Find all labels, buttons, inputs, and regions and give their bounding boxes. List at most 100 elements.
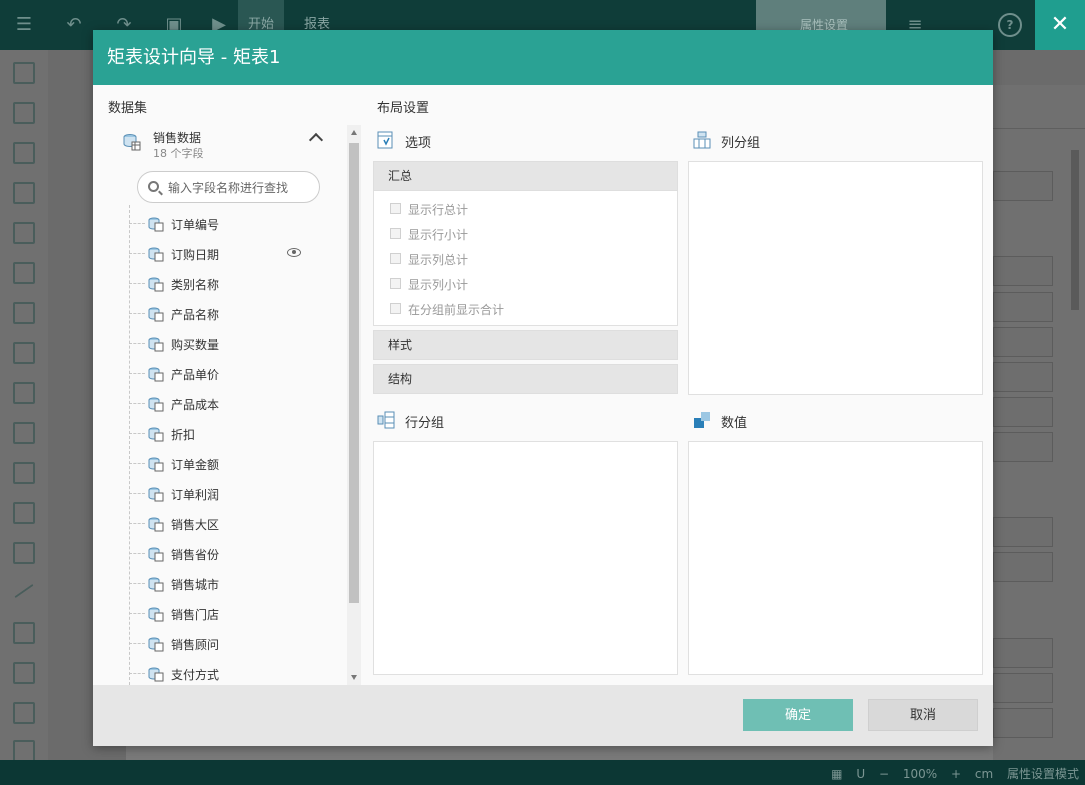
field-icon bbox=[148, 367, 164, 382]
field-label: 销售城市 bbox=[171, 578, 220, 592]
property-field[interactable] bbox=[993, 638, 1053, 668]
property-field[interactable] bbox=[993, 552, 1053, 582]
close-icon[interactable]: ✕ bbox=[1035, 0, 1085, 50]
image-icon[interactable] bbox=[13, 462, 35, 484]
barcode-icon[interactable] bbox=[13, 382, 35, 404]
dataset-section-label: 数据集 bbox=[108, 101, 148, 116]
values-icon bbox=[694, 412, 710, 428]
field-item[interactable]: 销售门店 bbox=[129, 599, 339, 629]
bullet-icon[interactable] bbox=[13, 342, 35, 364]
layout-section-label: 布局设置 bbox=[377, 101, 430, 116]
property-field[interactable] bbox=[993, 432, 1053, 462]
field-icon bbox=[148, 217, 164, 232]
scroll-up-icon[interactable] bbox=[351, 130, 357, 135]
values-header: 数值 bbox=[693, 410, 893, 431]
textbox-icon[interactable] bbox=[13, 262, 35, 284]
zoom-in-button[interactable]: + bbox=[951, 767, 961, 781]
dataset-node[interactable]: 销售数据 18 个字段 bbox=[121, 129, 331, 163]
field-item[interactable]: 类别名称 bbox=[129, 269, 339, 299]
field-icon bbox=[148, 277, 164, 292]
property-field[interactable] bbox=[993, 327, 1053, 357]
table-wizard-icon[interactable] bbox=[13, 102, 35, 124]
field-item[interactable]: 产品单价 bbox=[129, 359, 339, 389]
field-item[interactable]: 产品名称 bbox=[129, 299, 339, 329]
property-field[interactable] bbox=[993, 292, 1053, 322]
field-item[interactable]: 购买数量 bbox=[129, 329, 339, 359]
subreport-icon[interactable] bbox=[13, 502, 35, 524]
eye-icon[interactable] bbox=[287, 248, 301, 257]
undo-icon[interactable]: ↶ bbox=[62, 13, 86, 37]
property-scrollbar[interactable] bbox=[1071, 150, 1079, 310]
field-icon bbox=[148, 667, 164, 682]
field-item[interactable]: 销售省份 bbox=[129, 539, 339, 569]
checkbox-label: 显示列小计 bbox=[408, 278, 469, 292]
field-item[interactable]: 销售大区 bbox=[129, 509, 339, 539]
field-item[interactable]: 订购日期 bbox=[129, 239, 339, 269]
checkbox[interactable] bbox=[390, 253, 401, 264]
ok-button[interactable]: 确定 bbox=[743, 699, 853, 731]
field-item[interactable]: 订单金额 bbox=[129, 449, 339, 479]
field-icon bbox=[148, 637, 164, 652]
checkbox-tool-icon[interactable] bbox=[13, 662, 35, 684]
field-item[interactable]: 订单利润 bbox=[129, 479, 339, 509]
checkbox[interactable] bbox=[390, 278, 401, 289]
field-label: 支付方式 bbox=[171, 668, 220, 682]
matrix-icon[interactable] bbox=[13, 182, 35, 204]
field-list-scrollbar[interactable] bbox=[347, 125, 361, 685]
field-icon bbox=[148, 577, 164, 592]
property-field[interactable] bbox=[993, 708, 1053, 738]
field-icon bbox=[148, 247, 164, 262]
shape-icon[interactable] bbox=[13, 622, 35, 644]
field-label: 订购日期 bbox=[171, 248, 220, 262]
scroll-down-icon[interactable] bbox=[351, 675, 357, 680]
zoom-out-button[interactable]: − bbox=[879, 767, 889, 781]
structure-group-header[interactable]: 结构 bbox=[373, 364, 678, 394]
style-group-header[interactable]: 样式 bbox=[373, 330, 678, 360]
unit-label[interactable]: cm bbox=[975, 767, 993, 781]
richtext-icon[interactable] bbox=[13, 422, 35, 444]
field-item[interactable]: 销售城市 bbox=[129, 569, 339, 599]
help-icon[interactable]: ? bbox=[998, 13, 1022, 37]
values-dropzone[interactable] bbox=[688, 441, 983, 675]
summary-group-header[interactable]: 汇总 bbox=[373, 161, 678, 191]
field-label: 类别名称 bbox=[171, 278, 220, 292]
row-group-header: 行分组 bbox=[377, 410, 577, 431]
checkbox[interactable] bbox=[390, 303, 401, 314]
dataset-name: 销售数据 bbox=[153, 131, 202, 145]
chevron-up-icon[interactable] bbox=[308, 132, 324, 148]
tree-icon[interactable] bbox=[13, 62, 35, 84]
field-item[interactable]: 销售顾问 bbox=[129, 629, 339, 659]
property-field[interactable] bbox=[993, 256, 1053, 286]
sparkline-icon[interactable] bbox=[13, 302, 35, 324]
property-field[interactable] bbox=[993, 517, 1053, 547]
property-mode-label[interactable]: 属性设置模式 bbox=[1007, 767, 1079, 781]
property-field[interactable] bbox=[993, 673, 1053, 703]
field-search-input[interactable] bbox=[168, 178, 308, 198]
table-icon[interactable] bbox=[13, 142, 35, 164]
dataset-field-count: 18 个字段 bbox=[153, 147, 204, 160]
line-icon[interactable] bbox=[14, 583, 34, 599]
row-group-dropzone[interactable] bbox=[373, 441, 678, 675]
field-item[interactable]: 折扣 bbox=[129, 419, 339, 449]
field-item[interactable]: 订单编号 bbox=[129, 209, 339, 239]
options-label: 选项 bbox=[405, 136, 432, 151]
list-icon[interactable] bbox=[13, 702, 35, 724]
menu-icon[interactable]: ☰ bbox=[12, 13, 36, 37]
document-icon[interactable] bbox=[13, 740, 35, 762]
field-item[interactable]: 支付方式 bbox=[129, 659, 339, 685]
scroll-thumb[interactable] bbox=[349, 143, 359, 603]
field-item[interactable]: 产品成本 bbox=[129, 389, 339, 419]
chart-icon[interactable] bbox=[13, 222, 35, 244]
grid-toggle-icon[interactable]: ▦ bbox=[831, 767, 842, 781]
column-group-dropzone[interactable] bbox=[688, 161, 983, 395]
field-icon bbox=[148, 397, 164, 412]
cancel-button[interactable]: 取消 bbox=[868, 699, 978, 731]
checkbox[interactable] bbox=[390, 203, 401, 214]
property-field[interactable] bbox=[993, 397, 1053, 427]
container-icon[interactable] bbox=[13, 542, 35, 564]
checkbox[interactable] bbox=[390, 228, 401, 239]
property-field[interactable] bbox=[993, 171, 1053, 201]
column-group-label: 列分组 bbox=[721, 136, 761, 151]
property-field[interactable] bbox=[993, 362, 1053, 392]
snap-toggle-icon[interactable]: U bbox=[856, 767, 865, 781]
